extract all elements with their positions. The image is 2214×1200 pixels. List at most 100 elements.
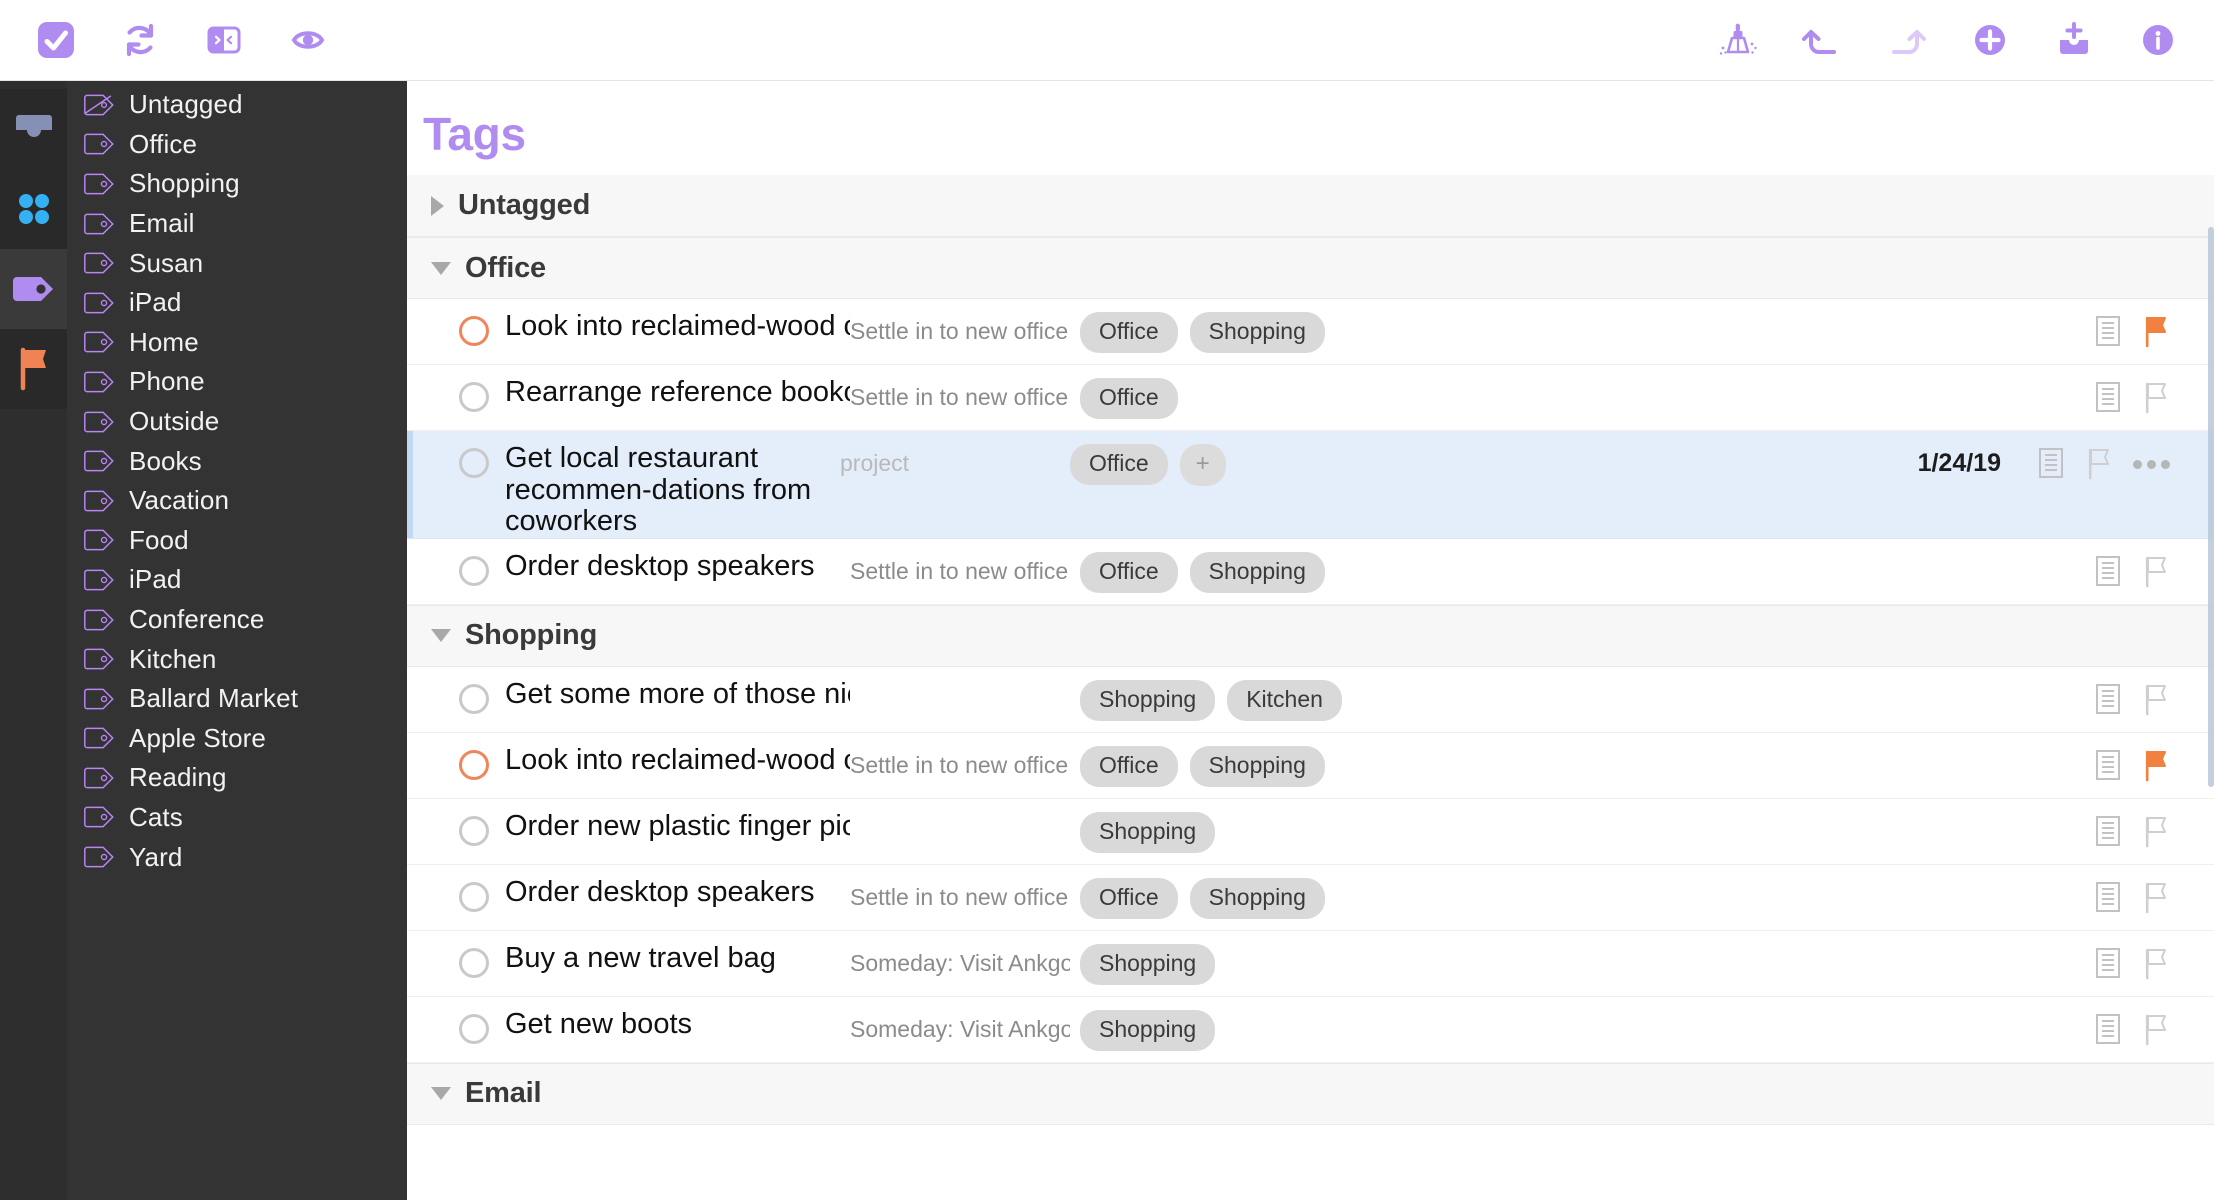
flag-icon-off[interactable] — [2142, 555, 2170, 589]
note-icon[interactable] — [2094, 749, 2122, 781]
group-header-shopping[interactable]: Shopping — [407, 604, 2214, 667]
task-row[interactable]: Look into reclaimed-wood conf...Settle i… — [407, 299, 2214, 365]
task-project[interactable]: Someday: Visit Ankgor ... — [850, 1016, 1070, 1043]
vertical-scrollbar[interactable] — [2208, 81, 2214, 1200]
task-title[interactable]: Get some more of those nice d... — [505, 679, 850, 711]
task-project[interactable]: project — [840, 450, 1060, 477]
task-status-circle[interactable] — [459, 749, 489, 780]
sidebar-item-yard[interactable]: Yard — [67, 837, 407, 877]
task-row[interactable]: Buy a new travel bag Someday: Visit Ankgo… — [407, 931, 2214, 997]
sidebar-item-cats[interactable]: Cats — [67, 798, 407, 838]
sidebar-item-reading[interactable]: Reading — [67, 758, 407, 798]
tag-chip[interactable]: Shopping — [1189, 877, 1325, 919]
cleanup-icon[interactable] — [1712, 14, 1764, 66]
flag-icon-off[interactable] — [2142, 1013, 2170, 1047]
tag-chip[interactable]: Kitchen — [1227, 679, 1342, 721]
note-icon[interactable] — [2094, 381, 2122, 413]
task-project[interactable]: Settle in to new office — [850, 884, 1070, 911]
task-project[interactable]: Settle in to new office — [850, 558, 1070, 585]
task-row[interactable]: Rearrange reference bookcaseSettle in to… — [407, 365, 2214, 431]
note-icon[interactable] — [2094, 1013, 2122, 1045]
task-title[interactable]: Buy a new travel bag — [505, 943, 850, 975]
task-project[interactable]: Settle in to new office — [850, 752, 1070, 779]
sidebar-item-office[interactable]: Office — [67, 125, 407, 165]
info-icon[interactable] — [2132, 14, 2184, 66]
task-status-circle[interactable] — [459, 448, 489, 478]
tag-chip[interactable]: Office — [1080, 378, 1178, 419]
task-title[interactable]: Get local restaurant recommen-dations fr… — [505, 443, 840, 538]
task-title[interactable]: Get new boots — [505, 1009, 850, 1041]
perspective-tags[interactable] — [0, 249, 67, 329]
task-project[interactable]: Someday: Visit Ankgor ... — [850, 950, 1070, 977]
sidebar-item-food[interactable]: Food — [67, 521, 407, 561]
sidebar-item-email[interactable]: Email — [67, 204, 407, 244]
tag-chip[interactable]: Shopping — [1189, 312, 1325, 353]
chevron-down-icon[interactable] — [431, 1087, 451, 1101]
tag-chip[interactable]: Shopping — [1189, 745, 1325, 787]
task-status-circle[interactable] — [459, 1013, 489, 1044]
task-project[interactable]: Settle in to new office — [850, 384, 1070, 411]
flag-icon-off[interactable] — [2142, 815, 2170, 849]
flag-icon-off[interactable] — [2142, 881, 2170, 915]
sidebar-item-books[interactable]: Books — [67, 441, 407, 481]
task-title[interactable]: Order new plastic finger picks — [505, 811, 850, 843]
tag-chip[interactable]: Shopping — [1189, 551, 1325, 593]
perspective-flagged[interactable] — [0, 329, 67, 409]
sidebar-item-susan[interactable]: Susan — [67, 243, 407, 283]
task-row[interactable]: Get some more of those nice d... Shopping… — [407, 667, 2214, 733]
note-icon[interactable] — [2094, 815, 2122, 847]
task-row[interactable]: Look into reclaimed-wood conf...Settle i… — [407, 733, 2214, 799]
flag-icon-off[interactable] — [2142, 947, 2170, 981]
group-header-email[interactable]: Email — [407, 1062, 2214, 1125]
task-row[interactable]: Get new bootsSomeday: Visit Ankgor ... Sh… — [407, 997, 2214, 1063]
flag-icon-off[interactable] — [2085, 447, 2113, 481]
note-icon[interactable] — [2094, 555, 2122, 587]
task-status-circle[interactable] — [459, 316, 489, 346]
sidebar-item-shopping[interactable]: Shopping — [67, 164, 407, 204]
tag-chip[interactable]: Shopping — [1080, 811, 1216, 853]
flag-icon-on[interactable] — [2142, 315, 2170, 349]
sidebar-item-home[interactable]: Home — [67, 323, 407, 363]
task-status-circle[interactable] — [459, 555, 489, 586]
task-row[interactable]: Get local restaurant recommen-dations fr… — [407, 431, 2214, 539]
chevron-down-icon[interactable] — [431, 629, 451, 643]
task-title[interactable]: Order desktop speakers — [505, 551, 850, 583]
task-row[interactable]: Order new plastic finger picks Shopping — [407, 799, 2214, 865]
sync-icon[interactable] — [114, 14, 166, 66]
add-icon[interactable] — [1964, 14, 2016, 66]
sidebar-item-conference[interactable]: Conference — [67, 600, 407, 640]
sidebar-item-kitchen[interactable]: Kitchen — [67, 639, 407, 679]
task-status-circle[interactable] — [459, 815, 489, 846]
group-header-untagged[interactable]: Untagged — [407, 175, 2214, 237]
sidebar-toggle-icon[interactable] — [198, 14, 250, 66]
task-row[interactable]: Order desktop speakers Settle in to new o… — [407, 539, 2214, 605]
tag-chip[interactable]: Shopping — [1080, 679, 1216, 721]
inbox-add-icon[interactable] — [2048, 14, 2100, 66]
row-more-menu-icon[interactable] — [2133, 460, 2170, 469]
task-row[interactable]: Order desktop speakers Settle in to new o… — [407, 865, 2214, 931]
task-title[interactable]: Look into reclaimed-wood conf... — [505, 311, 850, 343]
flag-icon-on[interactable] — [2142, 749, 2170, 783]
redo-icon[interactable] — [1880, 14, 1932, 66]
perspective-projects[interactable] — [0, 169, 67, 249]
task-title[interactable]: Rearrange reference bookcase — [505, 377, 850, 409]
group-header-office[interactable]: Office — [407, 237, 2214, 299]
perspective-inbox[interactable] — [0, 89, 67, 169]
tag-sidebar[interactable]: Untagged Office Shopping Email Susan iPad Home… — [67, 81, 407, 1200]
chevron-down-icon[interactable] — [431, 261, 451, 275]
undo-icon[interactable] — [1796, 14, 1848, 66]
task-status-circle[interactable] — [459, 683, 489, 714]
add-tag-button[interactable]: + — [1179, 444, 1226, 486]
sidebar-item-ballard-market[interactable]: Ballard Market — [67, 679, 407, 719]
task-status-circle[interactable] — [459, 382, 489, 412]
task-status-circle[interactable] — [459, 947, 489, 978]
tag-chip[interactable]: Office — [1080, 312, 1178, 353]
flag-icon-off[interactable] — [2142, 381, 2170, 415]
tag-chip[interactable]: Shopping — [1080, 1009, 1216, 1051]
tag-chip[interactable]: Office — [1070, 444, 1168, 485]
sidebar-item-ipad[interactable]: iPad — [67, 560, 407, 600]
complete-icon[interactable] — [30, 14, 82, 66]
note-icon[interactable] — [2094, 881, 2122, 913]
note-icon[interactable] — [2094, 315, 2122, 347]
note-icon[interactable] — [2037, 447, 2065, 479]
